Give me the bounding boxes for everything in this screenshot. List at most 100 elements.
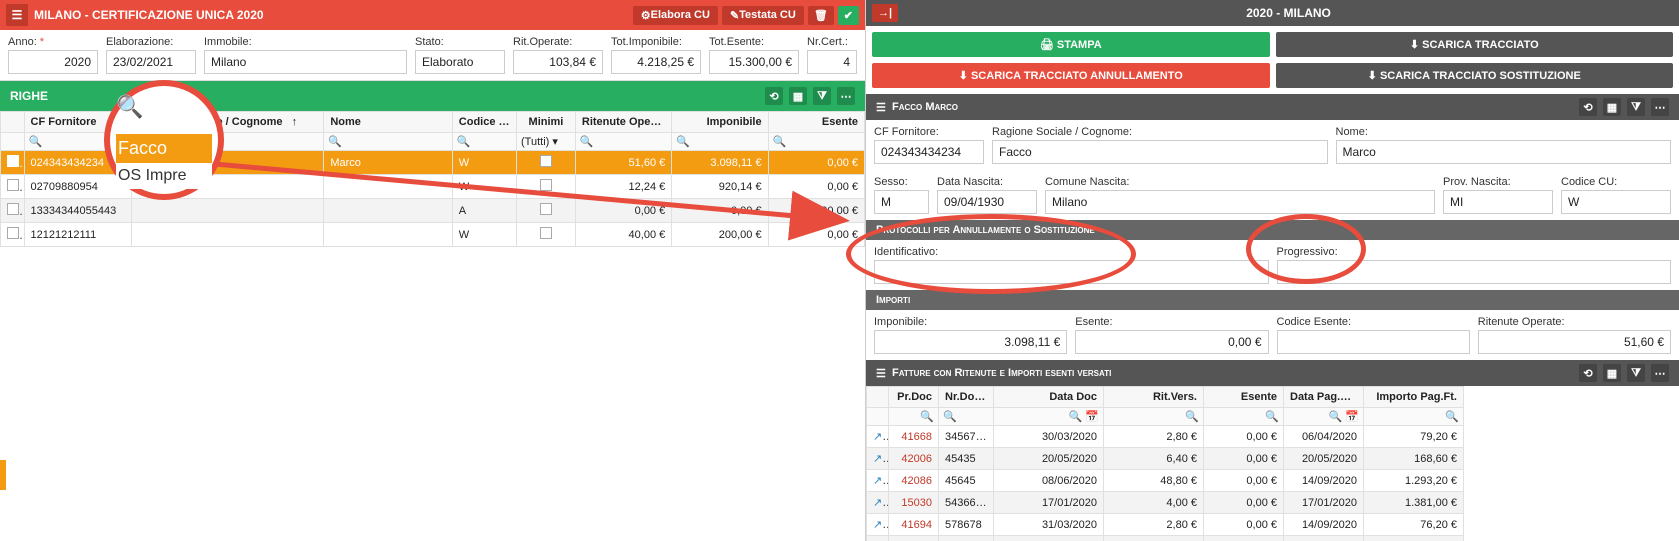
table-row[interactable]: 02709880954W 12,24 €920,14 €0,00 €: [1, 175, 865, 199]
delete-button[interactable]: 🗑: [808, 6, 834, 25]
open-link-icon[interactable]: ↗: [873, 519, 889, 531]
col-rit[interactable]: Ritenute Operate: [575, 112, 671, 133]
table-row[interactable]: ↗ 416683456789030/03/2020 2,80 €0,00 €06…: [867, 426, 1679, 448]
fc-datadoc[interactable]: Data Doc: [994, 387, 1104, 408]
filter-minimi[interactable]: (Tutti) ▾: [517, 133, 576, 151]
filter-icon[interactable]: ⧩: [1627, 364, 1645, 382]
totimp-value[interactable]: 4.218,25 €: [611, 50, 701, 74]
fc-datapag[interactable]: Data Pag.Ft. ↓2: [1284, 387, 1364, 408]
d-prov-v[interactable]: MI: [1443, 190, 1553, 214]
d-com-v[interactable]: Milano: [1045, 190, 1435, 214]
table-row[interactable]: ↗ 4169457867831/03/2020 2,80 €0,00 €14/0…: [867, 514, 1679, 536]
left-panel: ☰ MILANO - CERTIFICAZIONE UNICA 2020 ⚙ E…: [0, 0, 866, 541]
confirm-button[interactable]: ✔: [838, 6, 859, 25]
totes-value[interactable]: 15.300,00 €: [709, 50, 799, 74]
d-nome-l: Nome:: [1336, 126, 1672, 138]
table-row[interactable]: ↗ 420064543520/05/2020 6,40 €0,00 €20/05…: [867, 448, 1679, 470]
more-icon[interactable]: ⋯: [837, 87, 855, 105]
filter-cognome[interactable]: 🔍: [131, 133, 324, 151]
filter-icon[interactable]: ⧩: [813, 87, 831, 105]
table-row[interactable]: ↗ 150305436654617/01/2020 4,00 €0,00 €17…: [867, 492, 1679, 514]
grid-icon[interactable]: ▦: [789, 87, 807, 105]
sost-button[interactable]: ⬇ SCARICA TRACCIATO SOSTITUZIONE: [1276, 63, 1674, 88]
d-dn-v[interactable]: 09/04/1930: [937, 190, 1037, 214]
testata-cu-button[interactable]: ✎ Testata CU: [722, 6, 804, 25]
ident-v[interactable]: [874, 260, 1269, 284]
prog-l: Progressivo:: [1277, 246, 1672, 258]
codes-l: Codice Esente:: [1277, 316, 1470, 328]
annull-button[interactable]: ⬇ SCARICA TRACCIATO ANNULLAMENTO: [872, 63, 1270, 88]
fatture-grid[interactable]: Pr.Doc Nr.Doc ↑1 Data Doc Rit.Vers. Esen…: [866, 386, 1679, 541]
col-minimi[interactable]: Minimi: [517, 112, 576, 133]
refresh-icon[interactable]: ⟲: [1579, 364, 1597, 382]
filter-nome[interactable]: 🔍: [324, 133, 452, 151]
open-link-icon[interactable]: ↗: [873, 453, 889, 465]
filter-imp[interactable]: 🔍: [672, 133, 768, 151]
collapse-button[interactable]: →|: [872, 4, 898, 22]
imp-v[interactable]: 3.098,11 €: [874, 330, 1067, 354]
stampa-button[interactable]: 🖨 STAMPA: [872, 32, 1270, 57]
rit-value[interactable]: 103,84 €: [513, 50, 603, 74]
d-codcu-v[interactable]: W: [1561, 190, 1671, 214]
col-cf[interactable]: CF Fornitore: [24, 112, 131, 133]
grid-icon[interactable]: ▦: [1603, 364, 1621, 382]
more-icon[interactable]: ⋯: [1651, 98, 1669, 116]
elabora-cu-button[interactable]: ⚙ Elabora CU: [633, 6, 718, 25]
filter-rit[interactable]: 🔍: [575, 133, 671, 151]
open-link-icon[interactable]: ↗: [873, 497, 889, 509]
fc-link: [867, 387, 889, 408]
fc-importo[interactable]: Importo Pag.Ft.: [1364, 387, 1464, 408]
fc-prdoc[interactable]: Pr.Doc: [889, 387, 939, 408]
refresh-icon[interactable]: ⟲: [1579, 98, 1597, 116]
protocolli-row: Identificativo: Progressivo:: [866, 240, 1679, 290]
open-link-icon[interactable]: ↗: [873, 431, 889, 443]
d-nome-v[interactable]: Marco: [1336, 140, 1672, 164]
fatture-header: ☰ Fatture con Ritenute e Importi esenti …: [866, 360, 1679, 386]
d-sex-v[interactable]: M: [874, 190, 929, 214]
col-imp[interactable]: Imponibile: [672, 112, 768, 133]
table-row[interactable]: ↗ 416606735676357523/03/2020 16,00 €0,00…: [867, 536, 1679, 541]
col-check[interactable]: [1, 112, 25, 133]
more-icon[interactable]: ⋯: [1651, 364, 1669, 382]
grid-icon[interactable]: ▦: [1603, 98, 1621, 116]
col-esente[interactable]: Esente: [768, 112, 864, 133]
elab-value[interactable]: 23/02/2021: [106, 50, 196, 74]
table-row[interactable]: ↗ 420864564508/06/2020 48,80 €0,00 €14/0…: [867, 470, 1679, 492]
filter-icon[interactable]: ⧩: [1627, 98, 1645, 116]
open-link-icon[interactable]: ↗: [873, 475, 889, 487]
table-row[interactable]: 12121212111W 40,00 €200,00 €0,00 €: [1, 223, 865, 247]
d-rag-v[interactable]: Facco: [992, 140, 1328, 164]
nrcert-value[interactable]: 4: [807, 50, 857, 74]
fc-esente[interactable]: Esente: [1204, 387, 1284, 408]
menu-icon[interactable]: ☰: [6, 4, 28, 26]
detail-row-1: CF Fornitore:024343434234 Ragione Social…: [866, 120, 1679, 170]
right-header: →| 2020 - MILANO: [866, 0, 1679, 26]
codes-v[interactable]: [1277, 330, 1470, 354]
immobile-label: Immobile:: [204, 36, 407, 48]
table-row[interactable]: 13334344055443A 0,00 €0,00 €15.300,00 €: [1, 199, 865, 223]
stato-value[interactable]: Elaborato: [415, 50, 505, 74]
fc-nrdoc[interactable]: Nr.Doc ↑1: [939, 387, 994, 408]
col-cognome[interactable]: Ragione Sociale / Cognome ↑: [131, 112, 324, 133]
col-nome[interactable]: Nome: [324, 112, 452, 133]
filter-codice[interactable]: 🔍: [452, 133, 516, 151]
table-row[interactable]: 024343434234FaccoMarcoW 51,60 €3.098,11 …: [1, 151, 865, 175]
immobile-value[interactable]: Milano: [204, 50, 407, 74]
fc-ritvers[interactable]: Rit.Vers.: [1104, 387, 1204, 408]
filter-cf[interactable]: 🔍: [24, 133, 131, 151]
d-cf-v[interactable]: 024343434234: [874, 140, 984, 164]
detail-row-2: Sesso:M Data Nascita:09/04/1930 Comune N…: [866, 170, 1679, 220]
protocolli-header: Protocolli per Annullamente o Sostituzio…: [866, 220, 1679, 240]
left-header: ☰ MILANO - CERTIFICAZIONE UNICA 2020 ⚙ E…: [0, 0, 865, 30]
es-v[interactable]: 0,00 €: [1075, 330, 1268, 354]
scarica-button[interactable]: ⬇ SCARICA TRACCIATO: [1276, 32, 1674, 57]
refresh-icon[interactable]: ⟲: [765, 87, 783, 105]
importi-header: Importi: [866, 290, 1679, 310]
anno-value[interactable]: 2020: [8, 50, 98, 74]
filter-esente[interactable]: 🔍: [768, 133, 864, 151]
ritop-v[interactable]: 51,60 €: [1478, 330, 1671, 354]
righe-grid[interactable]: CF Fornitore Ragione Sociale / Cognome ↑…: [0, 111, 865, 541]
prog-v[interactable]: [1277, 260, 1672, 284]
rit-label: Rit.Operate:: [513, 36, 603, 48]
col-codice[interactable]: Codice CU: [452, 112, 516, 133]
